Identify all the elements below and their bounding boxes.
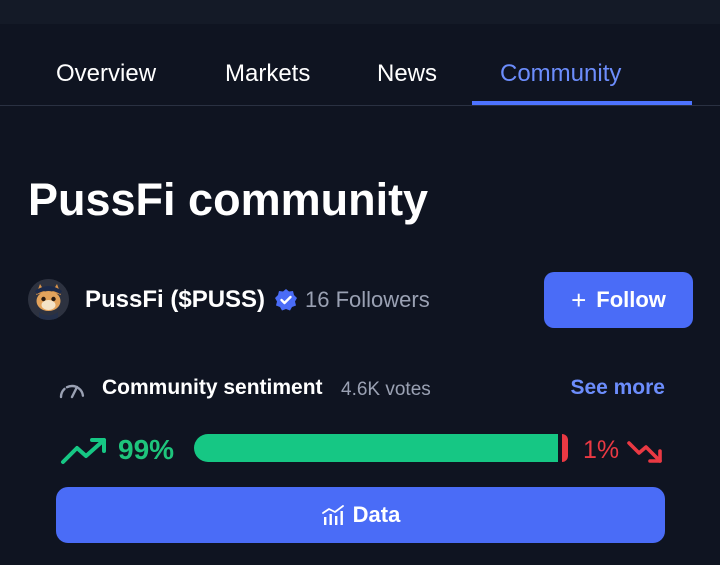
tab-markets[interactable]: Markets <box>225 60 310 88</box>
bar-chart-icon <box>321 504 345 526</box>
votes-count: 4.6K votes <box>341 379 431 400</box>
tab-bar: Overview Markets News Community <box>0 24 720 106</box>
profile-row: PussFi ($PUSS) 16 Followers + Follow <box>28 272 693 328</box>
data-button[interactable]: Data <box>56 487 665 543</box>
cat-avatar-icon[interactable] <box>28 279 69 320</box>
community-sentiment-card: Community sentiment 4.6K votes See more … <box>56 370 665 550</box>
data-button-label: Data <box>352 502 401 527</box>
trending-up-icon <box>60 436 108 466</box>
see-more-link[interactable]: See more <box>570 376 665 400</box>
follow-label: Follow <box>596 287 666 312</box>
followers-count: 16 Followers <box>305 287 430 312</box>
plus-icon: + <box>571 285 587 315</box>
follow-button[interactable]: + Follow <box>544 272 693 328</box>
bullish-bar <box>194 434 558 462</box>
verified-badge-icon <box>274 288 298 312</box>
gauge-icon <box>58 378 86 400</box>
tab-news[interactable]: News <box>377 60 437 88</box>
tab-overview[interactable]: Overview <box>56 60 156 88</box>
sentiment-title: Community sentiment <box>102 376 323 399</box>
coin-name: PussFi ($PUSS) <box>85 286 266 313</box>
top-bar <box>0 0 720 24</box>
active-tab-indicator <box>472 101 692 105</box>
page-title: PussFi community <box>28 174 429 225</box>
bullish-percent: 99% <box>118 434 175 465</box>
sentiment-bar <box>194 434 568 462</box>
tab-community[interactable]: Community <box>500 60 621 88</box>
bearish-bar <box>562 434 568 462</box>
bearish-percent: 1% <box>583 436 620 464</box>
trending-down-icon <box>626 439 664 467</box>
